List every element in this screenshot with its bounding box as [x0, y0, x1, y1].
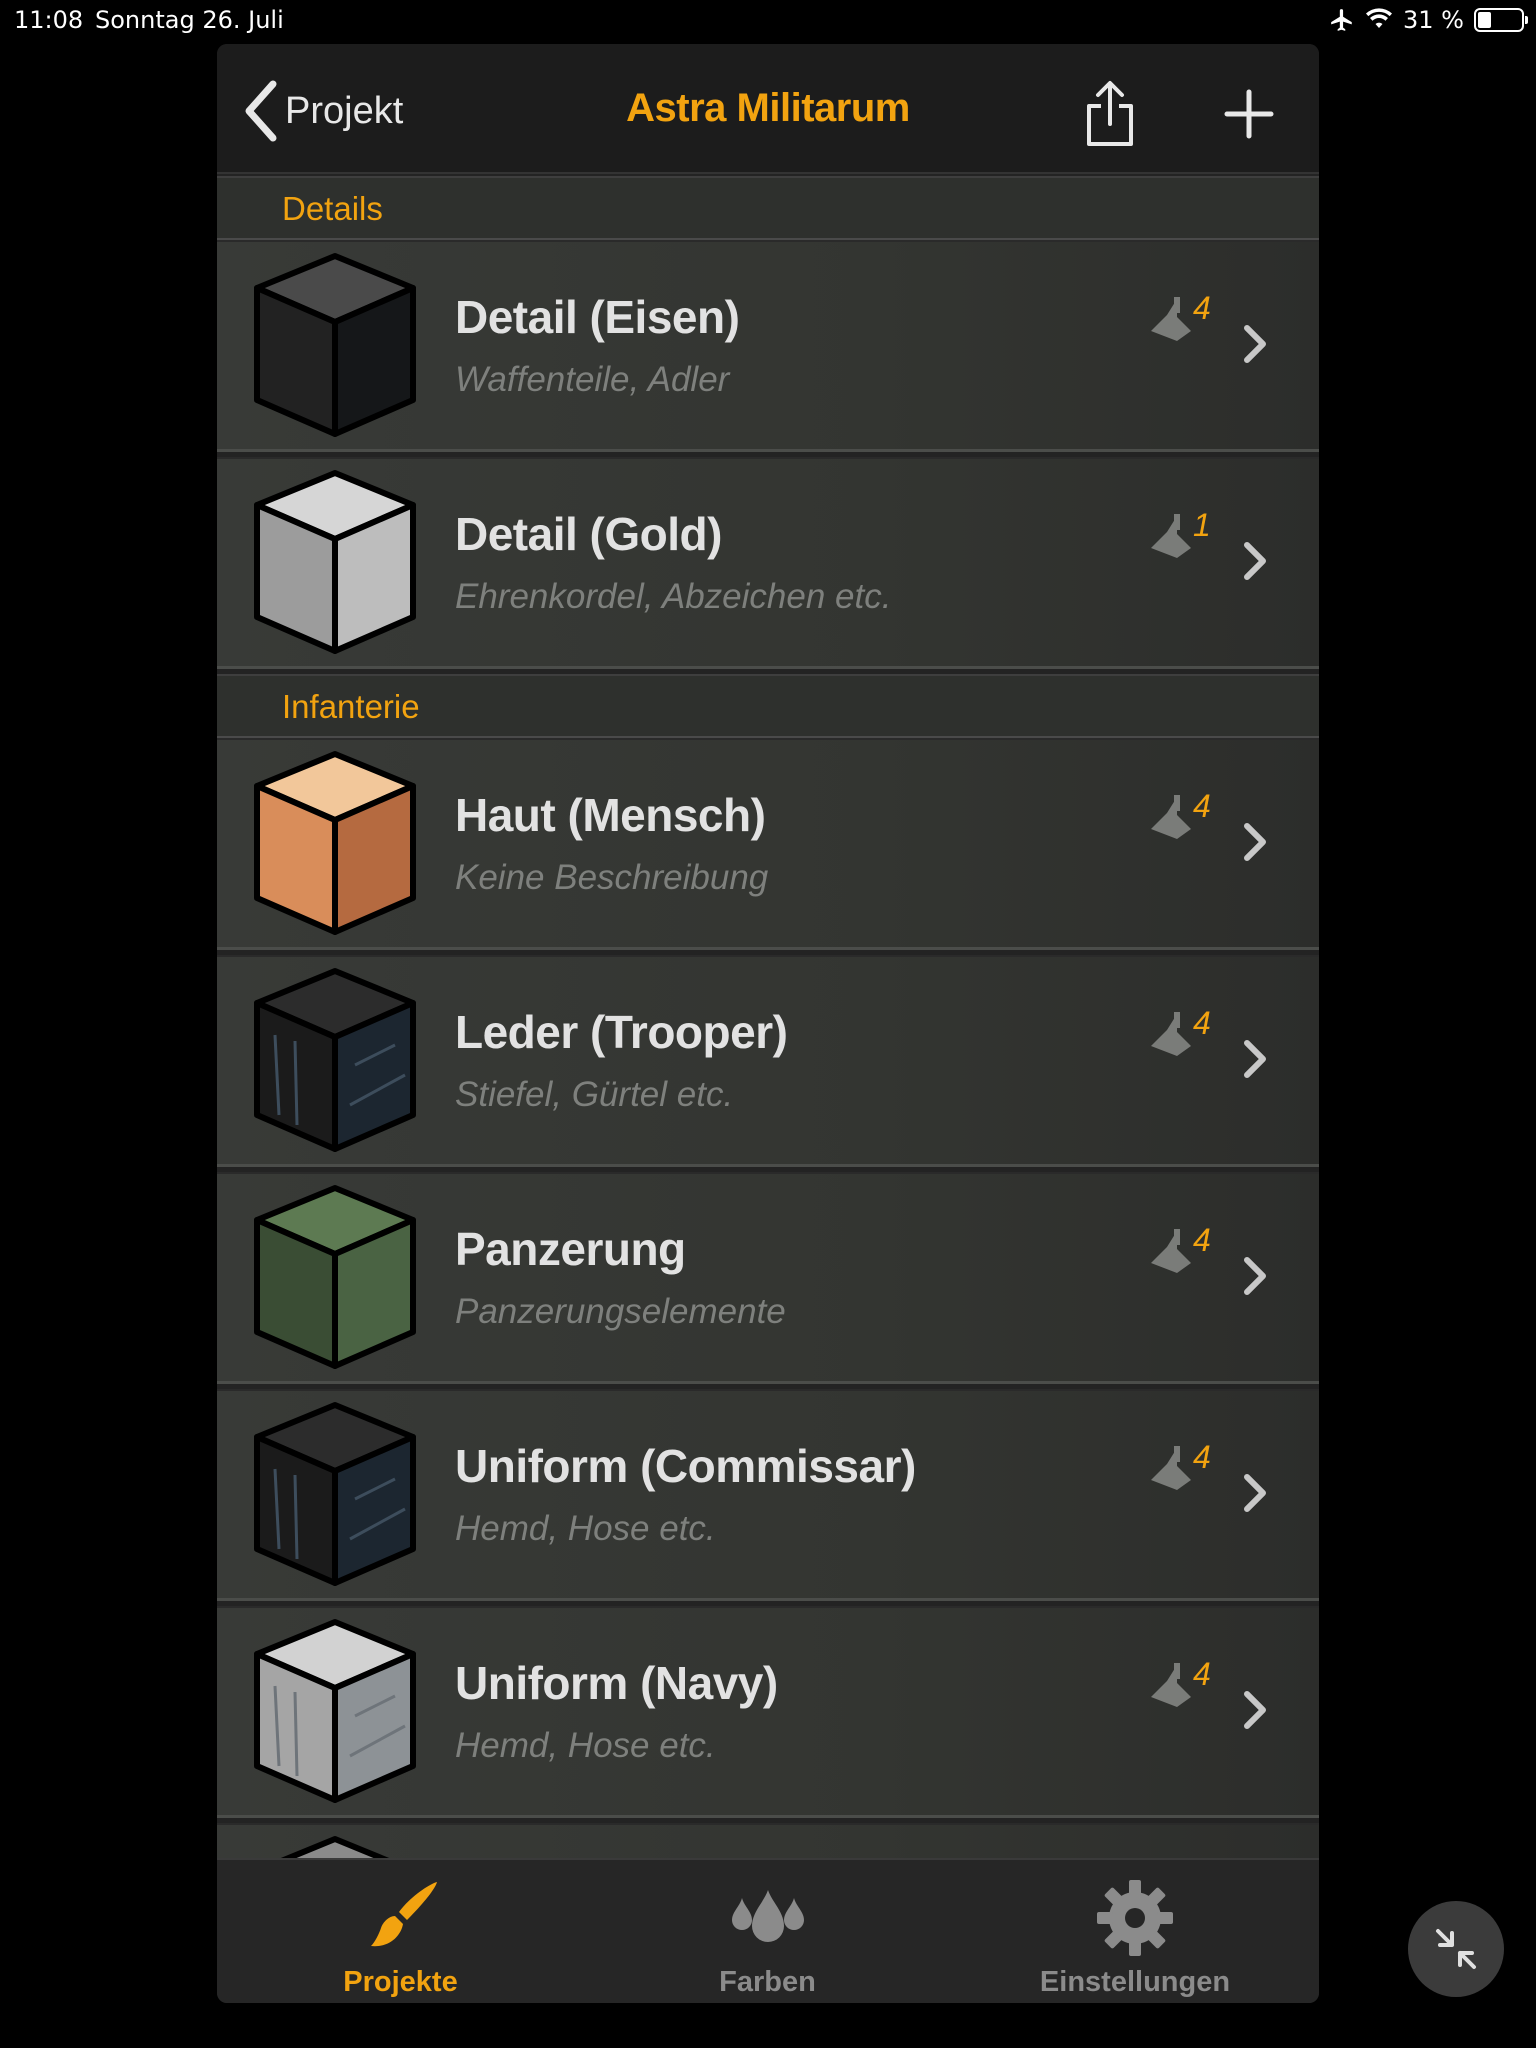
list-item[interactable]: Uniform (Navy) Hemd, Hose etc. 4 [217, 1606, 1319, 1818]
app-window: Projekt Astra Militarum Details Detail (… [217, 44, 1319, 2003]
paint-count: 4 [1193, 788, 1211, 824]
wifi-icon [1366, 8, 1393, 28]
item-description: Waffenteile, Adler [455, 360, 730, 399]
swatch-grey-cloth-icon [254, 1619, 416, 1803]
paint-count: 4 [1193, 290, 1211, 326]
section-header-details: Details [217, 176, 1319, 240]
tab-label: Einstellungen [1039, 1966, 1231, 1998]
status-time: 11:08 [14, 6, 84, 34]
swatch-skin-icon [254, 751, 416, 935]
item-name: Uniform (Commissar) [455, 1440, 916, 1492]
item-name: Detail (Eisen) [455, 291, 740, 343]
page-title: Astra Militarum [626, 86, 910, 130]
material-list: Details Detail (Eisen) Waffenteile, Adle… [217, 176, 1319, 1858]
chevron-right-icon [1244, 1474, 1266, 1512]
chevron-right-icon [1244, 325, 1266, 363]
list-item[interactable]: Panzerung Panzerungselemente 4 [217, 1172, 1319, 1384]
item-description: Hemd, Hose etc. [455, 1726, 716, 1765]
tab-einstellungen[interactable]: Einstellungen [951, 1860, 1319, 2003]
swatch-silver-icon [254, 470, 416, 654]
item-name: Detail (Gold) [455, 508, 722, 560]
paint-count: 4 [1193, 1222, 1211, 1258]
swatch-black-cloth-icon [254, 1402, 416, 1586]
section-title: Details [282, 190, 383, 227]
status-indicators: 31 % [1329, 6, 1528, 34]
item-description: Hemd, Hose etc. [455, 1509, 716, 1548]
minimize-button[interactable] [1408, 1901, 1504, 1997]
brush-icon [370, 1882, 437, 1947]
share-icon[interactable] [1079, 80, 1141, 148]
item-description: Ehrenkordel, Abzeichen etc. [455, 577, 892, 616]
paint-count: 4 [1193, 1005, 1211, 1041]
chevron-right-icon [1244, 1691, 1266, 1729]
swatch-green-icon [254, 1185, 416, 1369]
paint-count: 4 [1193, 1656, 1211, 1692]
paint-count: 1 [1193, 507, 1211, 543]
chevron-right-icon [1244, 823, 1266, 861]
tab-label: Projekte [343, 1966, 458, 1998]
item-description: Stiefel, Gürtel etc. [455, 1075, 734, 1114]
tab-projekte[interactable]: Projekte [217, 1860, 584, 2003]
paint-count: 4 [1193, 1439, 1211, 1475]
list-item[interactable]: Haut (Mensch) Keine Beschreibung 4 [217, 738, 1319, 950]
drops-icon [731, 1890, 804, 1942]
list-item[interactable]: Detail (Gold) Ehrenkordel, Abzeichen etc… [217, 457, 1319, 669]
swatch-grey-cloth-icon [280, 1836, 390, 1858]
add-icon[interactable] [1217, 82, 1281, 146]
item-name: Panzerung [455, 1223, 686, 1275]
list-item[interactable] [217, 1823, 1319, 1858]
chevron-right-icon [1244, 1040, 1266, 1078]
chevron-right-icon [1244, 1257, 1266, 1295]
battery-percent: 31 % [1403, 6, 1464, 34]
collapse-icon [1436, 1929, 1476, 1969]
tab-label: Farben [719, 1966, 816, 1998]
section-title: Infanterie [282, 688, 420, 725]
item-name: Haut (Mensch) [455, 789, 766, 841]
chevron-right-icon [1244, 542, 1266, 580]
paint-brush-icon [1151, 1229, 1191, 1273]
paint-brush-icon [1151, 795, 1191, 839]
section-header-infanterie: Infanterie [217, 674, 1319, 738]
airplane-icon [1331, 9, 1352, 31]
paint-brush-icon [1151, 297, 1191, 341]
item-name: Leder (Trooper) [455, 1006, 788, 1058]
swatch-black-cloth-icon [254, 968, 416, 1152]
battery-icon [1474, 8, 1528, 32]
item-description: Panzerungselemente [455, 1292, 786, 1331]
tab-farben[interactable]: Farben [584, 1860, 951, 2003]
paint-brush-icon [1151, 1663, 1191, 1707]
paint-brush-icon [1151, 514, 1191, 558]
gear-icon [1097, 1880, 1173, 1956]
list-item[interactable]: Leder (Trooper) Stiefel, Gürtel etc. 4 [217, 955, 1319, 1167]
item-name: Uniform (Navy) [455, 1657, 778, 1709]
swatch-dark-metal-icon [254, 253, 416, 437]
paint-brush-icon [1151, 1012, 1191, 1056]
list-item[interactable]: Detail (Eisen) Waffenteile, Adler 4 [217, 240, 1319, 452]
status-bar: 11:08 Sonntag 26. Juli 31 % [0, 0, 1536, 40]
list-item[interactable]: Uniform (Commissar) Hemd, Hose etc. 4 [217, 1389, 1319, 1601]
status-date: Sonntag 26. Juli [95, 6, 284, 34]
item-description: Keine Beschreibung [455, 858, 769, 897]
tab-bar: Projekte Farben Einstellungen [217, 1858, 1319, 2003]
paint-brush-icon [1151, 1446, 1191, 1490]
navigation-bar: Projekt Astra Militarum [217, 44, 1319, 174]
